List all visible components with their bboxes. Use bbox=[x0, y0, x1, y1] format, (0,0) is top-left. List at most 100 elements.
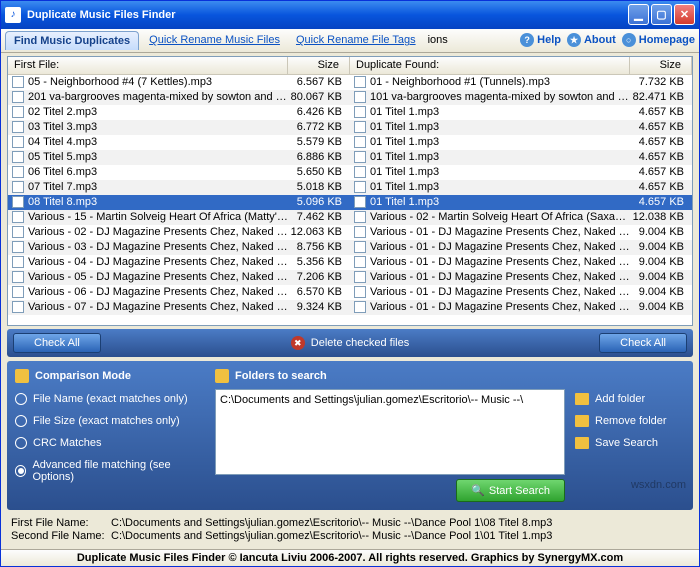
row-checkbox[interactable] bbox=[12, 256, 24, 268]
table-row[interactable]: 03 Titel 3.mp36.772 KB bbox=[8, 120, 350, 135]
row-checkbox[interactable] bbox=[354, 106, 366, 118]
row-checkbox[interactable] bbox=[12, 91, 24, 103]
table-row[interactable]: Various - 02 - DJ Magazine Presents Chez… bbox=[8, 225, 350, 240]
maximize-button[interactable]: ▢ bbox=[651, 4, 672, 25]
close-button[interactable]: ✕ bbox=[674, 4, 695, 25]
row-checkbox[interactable] bbox=[354, 301, 366, 313]
row-checkbox[interactable] bbox=[12, 286, 24, 298]
radio-filename[interactable]: File Name (exact matches only) bbox=[15, 393, 205, 405]
remove-folder-button[interactable]: Remove folder bbox=[575, 415, 685, 427]
table-row[interactable]: Various - 01 - DJ Magazine Presents Chez… bbox=[350, 270, 692, 285]
table-row[interactable]: 05 Titel 5.mp36.886 KB bbox=[8, 150, 350, 165]
row-size: 4.657 KB bbox=[630, 196, 692, 208]
row-size: 5.579 KB bbox=[288, 136, 350, 148]
row-size: 5.096 KB bbox=[288, 196, 350, 208]
row-checkbox[interactable] bbox=[354, 151, 366, 163]
tab-find-duplicates[interactable]: Find Music Duplicates bbox=[5, 31, 139, 50]
row-size: 6.426 KB bbox=[288, 106, 350, 118]
row-checkbox[interactable] bbox=[354, 226, 366, 238]
table-row[interactable]: Various - 06 - DJ Magazine Presents Chez… bbox=[8, 285, 350, 300]
table-row[interactable]: Various - 04 - DJ Magazine Presents Chez… bbox=[8, 255, 350, 270]
row-checkbox[interactable] bbox=[12, 241, 24, 253]
add-folder-button[interactable]: Add folder bbox=[575, 393, 685, 405]
table-row[interactable]: Various - 02 - Martin Solveig Heart Of A… bbox=[350, 210, 692, 225]
table-row[interactable]: 01 Titel 1.mp34.657 KB bbox=[350, 120, 692, 135]
menu-quick-rename-tags[interactable]: Quick Rename File Tags bbox=[290, 31, 422, 49]
row-checkbox[interactable] bbox=[12, 166, 24, 178]
row-checkbox[interactable] bbox=[354, 271, 366, 283]
table-row[interactable]: Various - 15 - Martin Solveig Heart Of A… bbox=[8, 210, 350, 225]
row-checkbox[interactable] bbox=[12, 151, 24, 163]
col-size-left[interactable]: Size bbox=[288, 57, 350, 74]
menu-about[interactable]: ★About bbox=[567, 33, 616, 47]
minimize-button[interactable]: ▁ bbox=[628, 4, 649, 25]
menu-homepage[interactable]: ○Homepage bbox=[622, 33, 695, 47]
row-checkbox[interactable] bbox=[12, 136, 24, 148]
row-checkbox[interactable] bbox=[12, 76, 24, 88]
row-checkbox[interactable] bbox=[354, 121, 366, 133]
table-row[interactable]: 07 Titel 7.mp35.018 KB bbox=[8, 180, 350, 195]
menu-quick-rename-files[interactable]: Quick Rename Music Files bbox=[143, 31, 286, 49]
check-all-left-button[interactable]: Check All bbox=[13, 333, 101, 353]
radio-crc[interactable]: CRC Matches bbox=[15, 437, 205, 449]
folder-list[interactable]: C:\Documents and Settings\julian.gomez\E… bbox=[215, 389, 565, 475]
options-panel: Comparison Mode File Name (exact matches… bbox=[7, 361, 693, 510]
table-row[interactable]: 01 - Neighborhood #1 (Tunnels).mp37.732 … bbox=[350, 75, 692, 90]
row-checkbox[interactable] bbox=[12, 181, 24, 193]
menu-help[interactable]: ?Help bbox=[520, 33, 561, 47]
row-checkbox[interactable] bbox=[354, 76, 366, 88]
table-row[interactable]: Various - 05 - DJ Magazine Presents Chez… bbox=[8, 270, 350, 285]
check-all-right-button[interactable]: Check All bbox=[599, 333, 687, 353]
table-row[interactable]: 08 Titel 8.mp35.096 KB bbox=[8, 195, 350, 210]
table-row[interactable]: 01 Titel 1.mp34.657 KB bbox=[350, 180, 692, 195]
table-row[interactable]: 05 - Neighborhood #4 (7 Kettles).mp36.56… bbox=[8, 75, 350, 90]
row-filename: Various - 02 - DJ Magazine Presents Chez… bbox=[28, 226, 288, 238]
row-checkbox[interactable] bbox=[12, 121, 24, 133]
table-row[interactable]: 101 va-bargrooves magenta-mixed by sowto… bbox=[350, 90, 692, 105]
row-checkbox[interactable] bbox=[354, 181, 366, 193]
row-checkbox[interactable] bbox=[354, 91, 366, 103]
row-checkbox[interactable] bbox=[12, 196, 24, 208]
table-row[interactable]: 01 Titel 1.mp34.657 KB bbox=[350, 135, 692, 150]
table-row[interactable]: 01 Titel 1.mp34.657 KB bbox=[350, 150, 692, 165]
row-checkbox[interactable] bbox=[354, 256, 366, 268]
table-row[interactable]: 04 Titel 4.mp35.579 KB bbox=[8, 135, 350, 150]
table-row[interactable]: Various - 01 - DJ Magazine Presents Chez… bbox=[350, 255, 692, 270]
col-duplicate-found[interactable]: Duplicate Found: bbox=[350, 57, 630, 74]
row-checkbox[interactable] bbox=[12, 226, 24, 238]
table-row[interactable]: Various - 01 - DJ Magazine Presents Chez… bbox=[350, 225, 692, 240]
col-first-file[interactable]: First File: bbox=[8, 57, 288, 74]
row-checkbox[interactable] bbox=[12, 211, 24, 223]
row-checkbox[interactable] bbox=[354, 286, 366, 298]
row-checkbox[interactable] bbox=[12, 106, 24, 118]
table-row[interactable]: Various - 07 - DJ Magazine Presents Chez… bbox=[8, 300, 350, 315]
row-checkbox[interactable] bbox=[354, 211, 366, 223]
radio-advanced[interactable]: Advanced file matching (see Options) bbox=[15, 459, 205, 483]
app-icon: ♪ bbox=[5, 7, 21, 23]
table-row[interactable]: Various - 01 - DJ Magazine Presents Chez… bbox=[350, 240, 692, 255]
radio-filesize[interactable]: File Size (exact matches only) bbox=[15, 415, 205, 427]
table-row[interactable]: 02 Titel 2.mp36.426 KB bbox=[8, 105, 350, 120]
row-checkbox[interactable] bbox=[354, 166, 366, 178]
row-filename: 07 Titel 7.mp3 bbox=[28, 181, 288, 193]
row-filename: Various - 01 - DJ Magazine Presents Chez… bbox=[370, 301, 630, 313]
row-filename: 01 Titel 1.mp3 bbox=[370, 166, 630, 178]
table-row[interactable]: Various - 01 - DJ Magazine Presents Chez… bbox=[350, 285, 692, 300]
table-row[interactable]: Various - 01 - DJ Magazine Presents Chez… bbox=[350, 300, 692, 315]
table-row[interactable]: 01 Titel 1.mp34.657 KB bbox=[350, 105, 692, 120]
row-checkbox[interactable] bbox=[354, 241, 366, 253]
table-row[interactable]: 201 va-bargrooves magenta-mixed by sowto… bbox=[8, 90, 350, 105]
table-row[interactable]: 01 Titel 1.mp34.657 KB bbox=[350, 165, 692, 180]
delete-checked-button[interactable]: ✖ Delete checked files bbox=[101, 336, 599, 350]
col-size-right[interactable]: Size bbox=[630, 57, 692, 74]
row-checkbox[interactable] bbox=[12, 271, 24, 283]
save-search-button[interactable]: Save Search bbox=[575, 437, 685, 449]
start-search-button[interactable]: 🔍Start Search bbox=[456, 479, 565, 502]
row-checkbox[interactable] bbox=[12, 301, 24, 313]
row-checkbox[interactable] bbox=[354, 196, 366, 208]
row-checkbox[interactable] bbox=[354, 136, 366, 148]
table-row[interactable]: 01 Titel 1.mp34.657 KB bbox=[350, 195, 692, 210]
table-row[interactable]: 06 Titel 6.mp35.650 KB bbox=[8, 165, 350, 180]
table-row[interactable]: Various - 03 - DJ Magazine Presents Chez… bbox=[8, 240, 350, 255]
titlebar[interactable]: ♪ Duplicate Music Files Finder ▁ ▢ ✕ bbox=[1, 1, 699, 29]
